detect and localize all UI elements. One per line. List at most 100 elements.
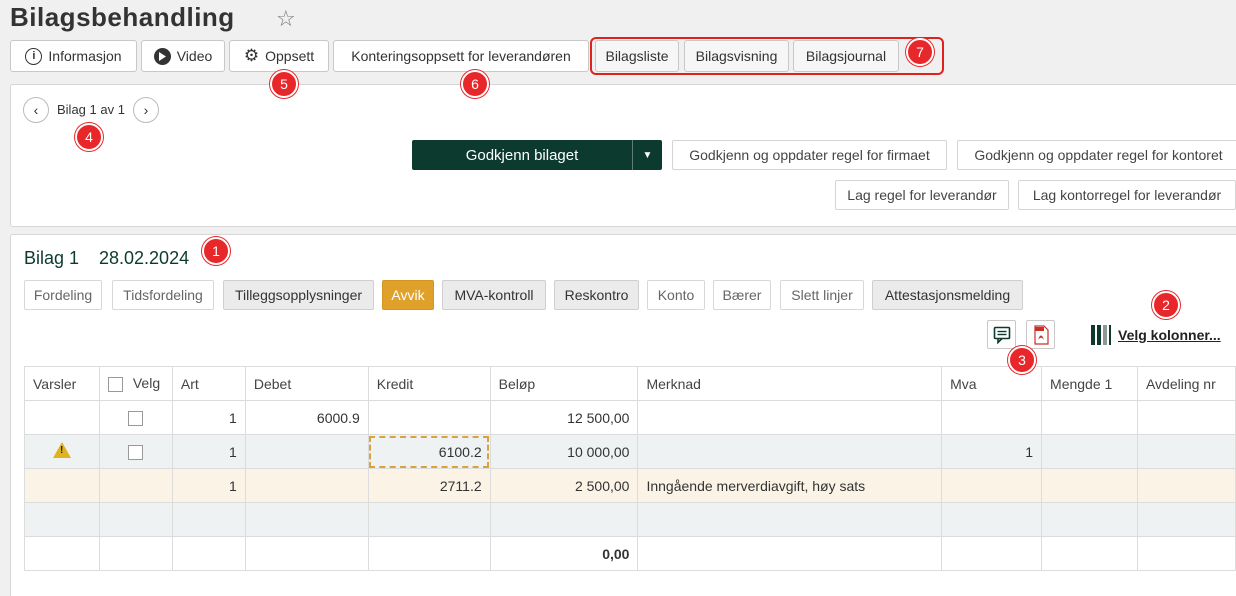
tab-konto[interactable]: Konto (647, 280, 705, 310)
annotation-badge: 7 (906, 38, 934, 66)
cell-belop[interactable]: 12 500,00 (489, 400, 639, 435)
cell-kredit[interactable]: 2711.2 (367, 468, 491, 503)
col-varsler[interactable]: Varsler (24, 366, 100, 401)
table-row[interactable]: ! 1 6100.2 10 000,00 1 (24, 434, 1236, 469)
cell-debet[interactable]: 6000.9 (244, 400, 369, 435)
cell-mva[interactable] (941, 400, 1043, 435)
pdf-icon (1033, 324, 1049, 345)
cell-kredit[interactable] (367, 400, 491, 435)
col-belop[interactable]: Beløp (489, 366, 639, 401)
col-velg[interactable]: Velg (98, 366, 173, 401)
kontering-button[interactable]: Konteringsoppsett for leverandøren (333, 40, 589, 72)
table-total-row: 0,00 (24, 536, 1236, 571)
total-amount: 0,00 (489, 536, 639, 571)
col-merknad[interactable]: Merknad (637, 366, 943, 401)
favorite-star-icon[interactable]: ☆ (276, 6, 296, 32)
col-debet[interactable]: Debet (244, 366, 369, 401)
voucher-counter: Bilag 1 av 1 (57, 102, 125, 117)
cell-varsler: ! (24, 434, 100, 469)
tab-tidsfordeling[interactable]: Tidsfordeling (112, 280, 214, 310)
cell-avdeling[interactable] (1136, 434, 1236, 469)
bilagsliste-button[interactable]: Bilagsliste (595, 40, 679, 72)
annotation-badge: 2 (1152, 291, 1180, 319)
tab-slett-linjer[interactable]: Slett linjer (780, 280, 864, 310)
pdf-button[interactable] (1026, 320, 1055, 349)
bilagsliste-label: Bilagsliste (605, 48, 669, 64)
voucher-date: 28.02.2024 (99, 248, 190, 268)
warning-icon: ! (52, 442, 71, 458)
gear-icon: ⚙ (243, 46, 260, 65)
cell-belop[interactable]: 10 000,00 (489, 434, 639, 469)
bilagsjournal-button[interactable]: Bilagsjournal (793, 40, 899, 72)
cell-art[interactable]: 1 (171, 468, 246, 503)
table-row[interactable]: 1 6000.9 12 500,00 (24, 400, 1236, 435)
informasjon-button[interactable]: i Informasjon (10, 40, 137, 72)
col-avdeling[interactable]: Avdeling nr (1136, 366, 1236, 401)
next-voucher-button[interactable]: › (133, 97, 159, 123)
col-art[interactable]: Art (171, 366, 246, 401)
approve-office-rule-button[interactable]: Godkjenn og oppdater regel for kontoret (957, 140, 1236, 170)
informasjon-label: Informasjon (48, 48, 122, 64)
bilagsvisning-label: Bilagsvisning (695, 48, 778, 64)
video-label: Video (176, 48, 213, 64)
bilagsvisning-button[interactable]: Bilagsvisning (684, 40, 789, 72)
cell-art[interactable]: 1 (171, 434, 246, 469)
cell-mva[interactable] (941, 468, 1043, 503)
cell-avdeling[interactable] (1136, 400, 1236, 435)
cell-debet[interactable] (244, 468, 369, 503)
page-title: Bilagsbehandling (10, 2, 235, 32)
cell-varsler (24, 400, 100, 435)
chevron-left-icon: ‹ (33, 102, 39, 118)
columns-icon[interactable] (1091, 325, 1111, 350)
approve-button-group[interactable]: Godkjenn bilaget ▼ (412, 140, 662, 170)
cell-mva[interactable]: 1 (941, 434, 1043, 469)
cell-mengde[interactable] (1041, 434, 1138, 469)
supplier-rule-button[interactable]: Lag regel for leverandør (835, 180, 1009, 210)
cell-velg[interactable] (98, 468, 173, 503)
cell-mengde[interactable] (1041, 468, 1138, 503)
tab-fordeling[interactable]: Fordeling (24, 280, 102, 310)
chevron-right-icon: › (143, 102, 149, 118)
cell-kredit-focused[interactable]: 6100.2 (367, 434, 491, 469)
office-supplier-rule-button[interactable]: Lag kontorregel for leverandør (1018, 180, 1236, 210)
row-checkbox[interactable] (128, 444, 144, 460)
table-header-row: Varsler Velg Art Debet Kredit Beløp Merk… (24, 366, 1236, 401)
cell-velg[interactable] (98, 434, 173, 469)
tab-tilleggsopplysninger[interactable]: Tilleggsopplysninger (223, 280, 374, 310)
tab-avvik[interactable]: Avvik (382, 280, 434, 310)
annotation-badge: 5 (270, 70, 298, 98)
oppsett-button[interactable]: ⚙ Oppsett (229, 40, 329, 72)
tab-reskontro[interactable]: Reskontro (554, 280, 639, 310)
approve-firm-rule-button[interactable]: Godkjenn og oppdater regel for firmaet (672, 140, 947, 170)
comment-button[interactable] (987, 320, 1016, 349)
cell-avdeling[interactable] (1136, 468, 1236, 503)
tab-mva-kontroll[interactable]: MVA-kontroll (442, 280, 546, 310)
oppsett-label: Oppsett (265, 48, 315, 64)
tab-baerer[interactable]: Bærer (713, 280, 771, 310)
cell-art[interactable]: 1 (171, 400, 246, 435)
cell-debet[interactable] (244, 434, 369, 469)
annotation-badge: 3 (1008, 346, 1036, 374)
caret-down-icon[interactable]: ▼ (633, 140, 662, 170)
row-checkbox[interactable] (128, 410, 144, 426)
col-mengde[interactable]: Mengde 1 (1041, 366, 1138, 401)
prev-voucher-button[interactable]: ‹ (23, 97, 49, 123)
cell-merknad[interactable] (637, 400, 943, 435)
col-kredit[interactable]: Kredit (367, 366, 491, 401)
cell-merknad[interactable] (637, 434, 943, 469)
info-icon: i (25, 47, 43, 65)
table-row-empty[interactable] (24, 502, 1236, 537)
cell-belop[interactable]: 2 500,00 (489, 468, 639, 503)
table-row[interactable]: 1 2711.2 2 500,00 Inngående merverdiavgi… (24, 468, 1236, 503)
video-button[interactable]: Video (141, 40, 225, 72)
play-icon (153, 47, 171, 65)
col-velg-label: Velg (132, 375, 161, 392)
cell-mengde[interactable] (1041, 400, 1138, 435)
select-all-checkbox[interactable] (107, 376, 123, 392)
choose-columns-link[interactable]: Velg kolonner... (1118, 327, 1221, 343)
tab-attestasjonsmelding[interactable]: Attestasjonsmelding (872, 280, 1023, 310)
approve-label[interactable]: Godkjenn bilaget (412, 140, 633, 170)
cell-merknad[interactable]: Inngående merverdiavgift, høy sats (637, 468, 943, 503)
cell-varsler (24, 468, 100, 503)
cell-velg[interactable] (98, 400, 173, 435)
